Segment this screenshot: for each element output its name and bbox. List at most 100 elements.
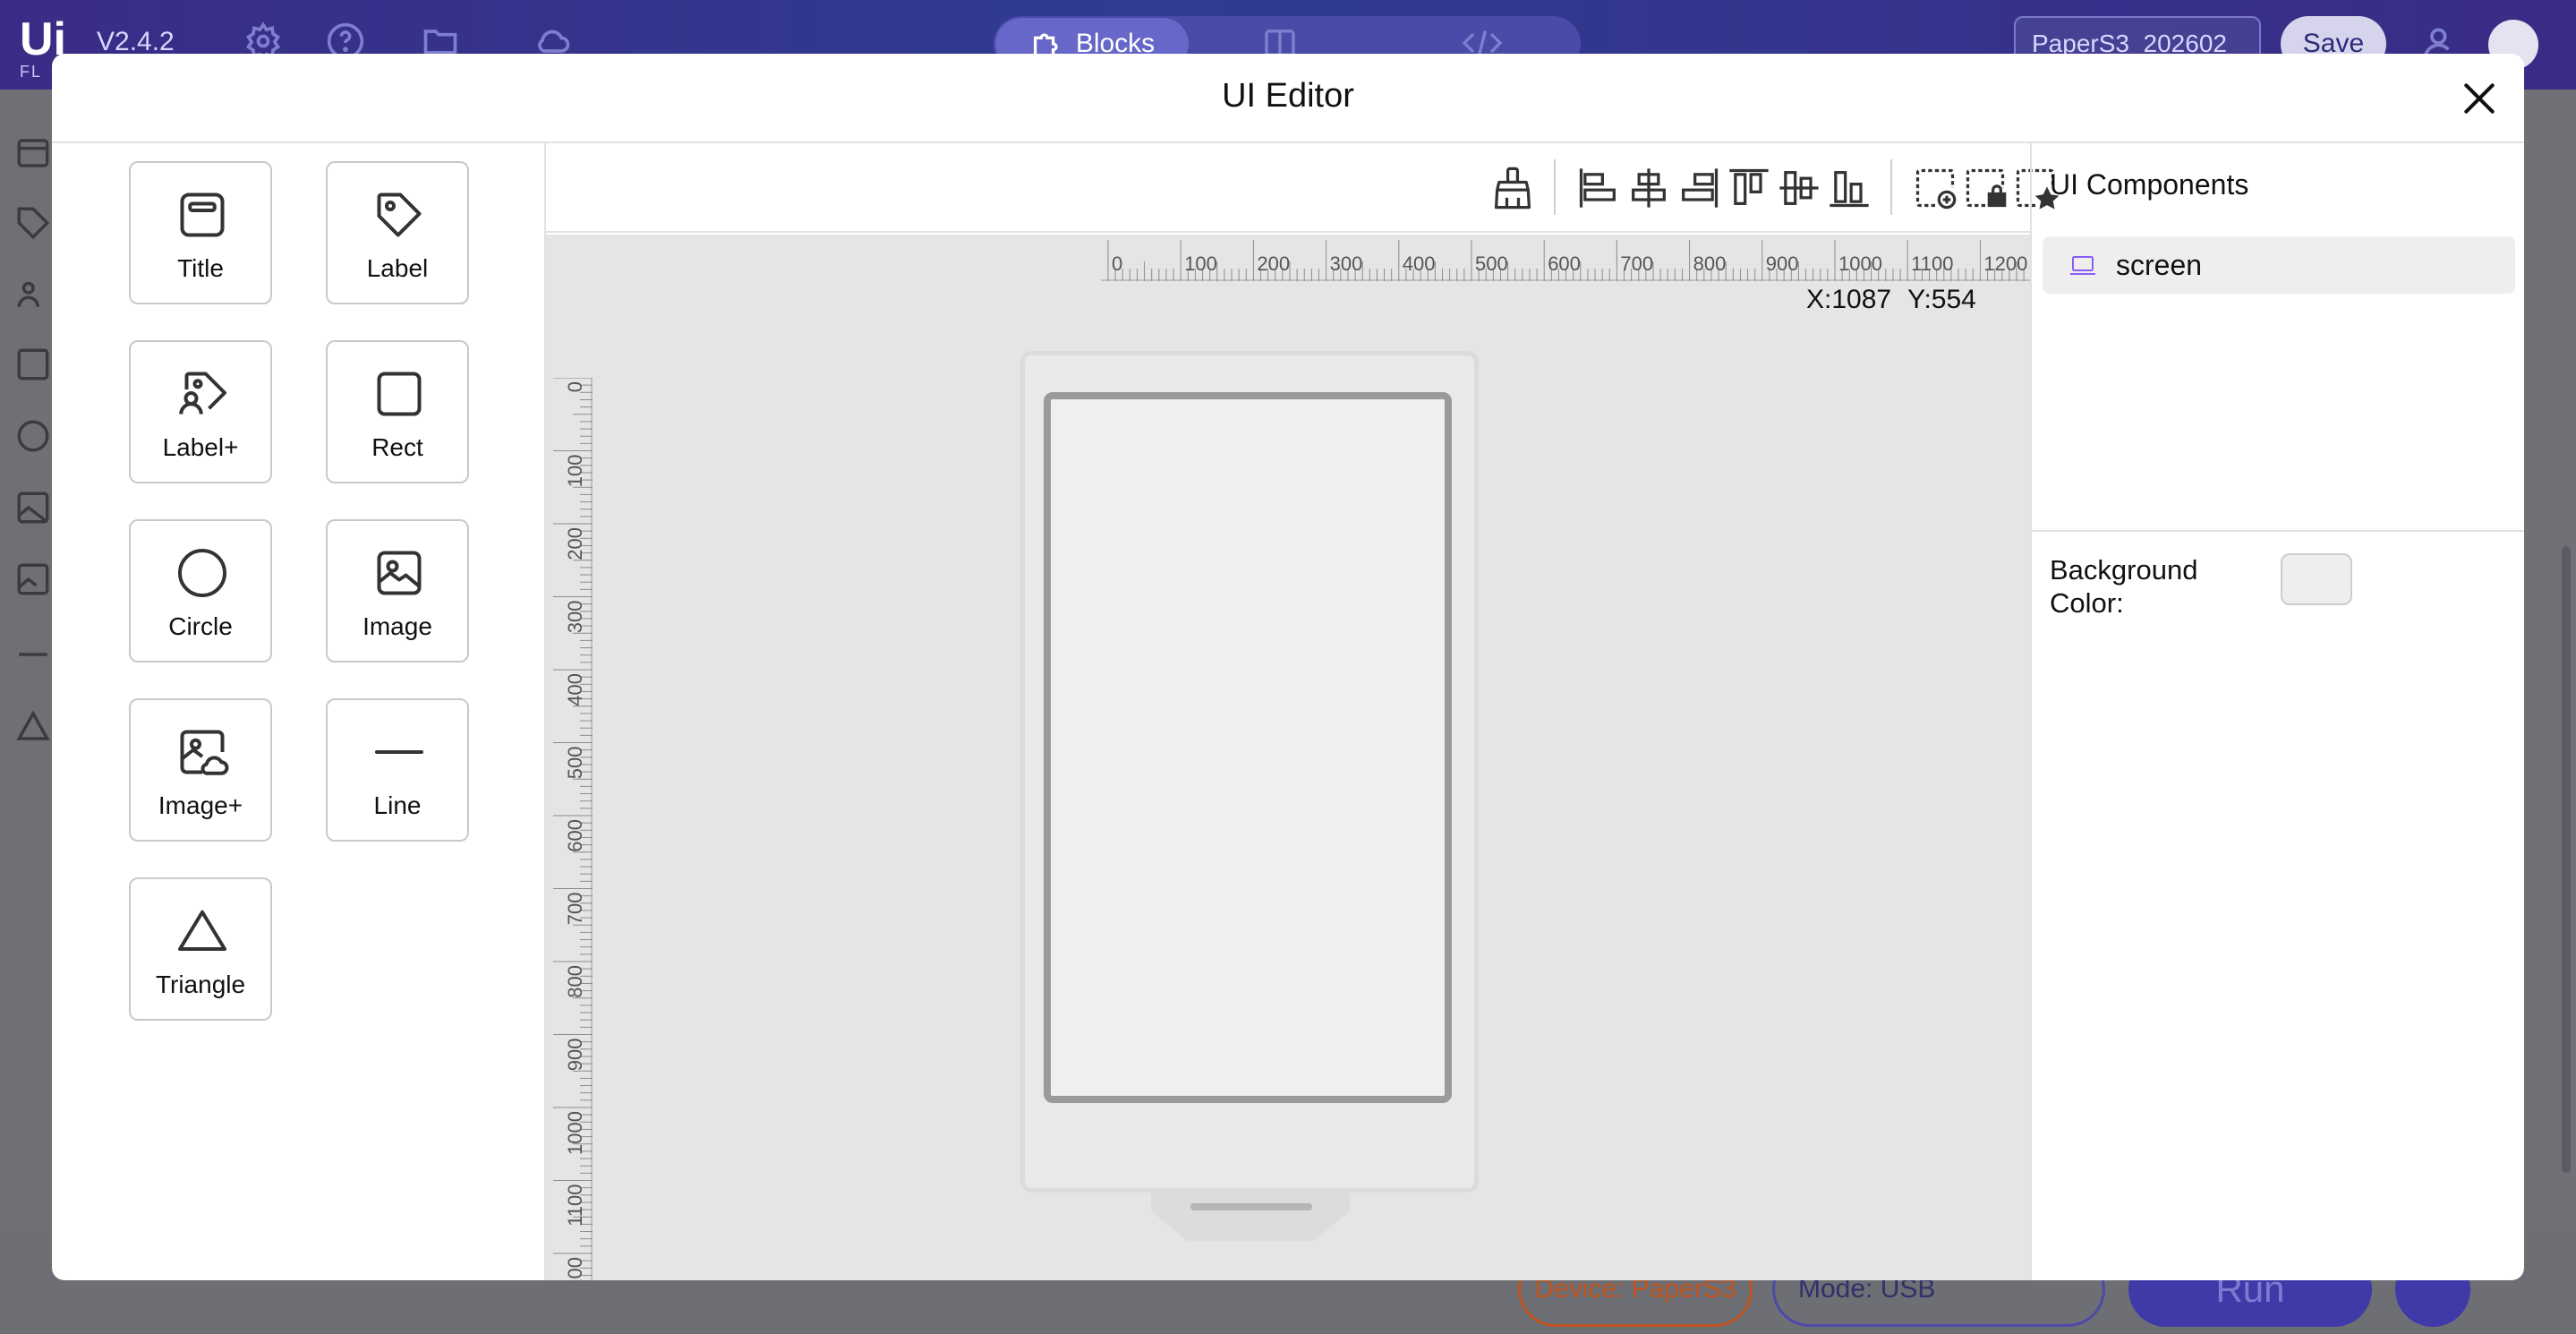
palette-title-label: Title — [177, 254, 224, 282]
ruler-v-label: 100 — [564, 455, 586, 488]
ruler-v-label: 300 — [564, 601, 586, 634]
align-top-icon[interactable] — [1726, 165, 1772, 211]
ruler-v-label: 400 — [564, 673, 586, 706]
palette-line-label: Line — [373, 791, 422, 819]
canvas-area: 0 100 200 300 400 500 600 700 800 900 1000 1100 1200… — [546, 143, 2060, 1280]
palette-label-plus-label: Label+ — [162, 433, 239, 461]
tree-item-label: screen — [2116, 249, 2203, 281]
ruler-v-label: 200 — [564, 527, 586, 560]
palette-rect-label: Rect — [371, 433, 423, 461]
circle-icon — [175, 546, 229, 600]
ruler-v-label: 700 — [564, 893, 586, 926]
ruler-h-label: 100 — [1184, 252, 1217, 275]
sidebar-title-icon[interactable] — [14, 134, 52, 172]
cursor-x: X:1087 — [1806, 285, 1892, 314]
app-version: V2.4.2 — [97, 27, 175, 56]
palette-triangle[interactable]: Triangle — [129, 877, 272, 1021]
add-component-icon[interactable] — [1912, 165, 1958, 211]
ruler-v-label: 800 — [564, 965, 586, 998]
palette-rect[interactable]: Rect — [326, 340, 469, 483]
palette-image[interactable]: Image — [326, 519, 469, 663]
sidebar-image-plus-icon[interactable] — [14, 560, 52, 598]
sidebar-line-icon[interactable] — [14, 636, 52, 673]
tree-item-screen[interactable]: screen — [2043, 236, 2515, 294]
ruler-v-label: 1100 — [564, 1184, 586, 1227]
ruler-h-label: 500 — [1475, 252, 1508, 275]
background-color-picker[interactable] — [2281, 553, 2352, 605]
horizontal-ruler: 0 100 200 300 400 500 600 700 800 900 1000 1100 1200… — [1101, 240, 2030, 281]
cursor-coordinates: X:1087 Y:554 — [1806, 285, 1976, 315]
ruler-h-label: 900 — [1766, 252, 1799, 275]
align-middle-v-icon[interactable] — [1776, 165, 1822, 211]
component-palette: Title Label Label+ Rect Circle Image Ima… — [52, 143, 546, 1280]
palette-label[interactable]: Label — [326, 161, 469, 304]
palette-line[interactable]: Line — [326, 698, 469, 842]
line-icon — [372, 725, 426, 779]
ruler-v-label: 1200 — [564, 1257, 586, 1280]
image-plus-icon — [175, 725, 229, 779]
ruler-h-label: 300 — [1330, 252, 1363, 275]
palette-triangle-label: Triangle — [155, 971, 246, 998]
palette-label-plus[interactable]: Label+ — [129, 340, 272, 483]
palette-image-label: Image — [363, 612, 432, 640]
palette-label-label: Label — [366, 254, 429, 282]
toolbar-divider — [1890, 159, 1892, 215]
close-icon[interactable] — [2460, 79, 2499, 118]
palette-image-plus-label: Image+ — [158, 791, 243, 819]
device-screen[interactable] — [1044, 392, 1452, 1103]
ruler-h-label: 200 — [1257, 252, 1290, 275]
ruler-h-label: 1100 — [1911, 252, 1953, 275]
triangle-icon — [175, 904, 229, 958]
ruler-h-label: 700 — [1620, 252, 1653, 275]
align-left-icon[interactable] — [1575, 165, 1622, 211]
align-bottom-icon[interactable] — [1826, 165, 1872, 211]
palette-circle-label: Circle — [168, 612, 233, 640]
device-stand — [1151, 1191, 1350, 1241]
ruler-v-label: 1000 — [564, 1111, 586, 1155]
design-canvas[interactable]: 0 100 200 300 400 500 600 700 800 900 1000 1100 1200… — [546, 235, 2030, 1280]
device-stand-slot — [1190, 1203, 1312, 1210]
clear-icon[interactable] — [1489, 165, 1536, 211]
ruler-h-label: 400 — [1403, 252, 1436, 275]
dialog-header: UI Editor — [52, 54, 2524, 143]
inspector-panel: UI Components screen Background Color: — [2030, 143, 2524, 1280]
cursor-y: Y:554 — [1907, 285, 1976, 314]
tag-plus-icon — [175, 367, 229, 421]
screen-icon — [2069, 254, 2096, 278]
ruler-h-label: 0 — [1112, 252, 1122, 275]
editor-toolbar — [546, 143, 2060, 233]
sidebar-tag-plus-icon[interactable] — [14, 274, 52, 312]
component-tree-title: UI Components — [2050, 168, 2249, 201]
dialog-title: UI Editor — [1222, 77, 1354, 115]
palette-circle[interactable]: Circle — [129, 519, 272, 663]
page-scrollbar[interactable] — [2562, 546, 2571, 1173]
tag-icon — [372, 188, 426, 242]
ruler-h-label: 1200 — [1983, 252, 2027, 275]
palette-image-plus[interactable]: Image+ — [129, 698, 272, 842]
vertical-ruler: 0 100 200 300 400 500 600 700 800 900 1000 1100 1200 — [553, 378, 593, 1280]
sidebar-image-icon[interactable] — [14, 489, 52, 526]
sidebar-circle-icon[interactable] — [14, 417, 52, 455]
ruler-v-label: 500 — [564, 747, 586, 780]
sidebar-square-icon[interactable] — [14, 346, 52, 383]
ruler-v-label: 900 — [564, 1039, 586, 1072]
ruler-v-label: 0 — [564, 381, 586, 392]
align-center-h-icon[interactable] — [1625, 165, 1672, 211]
component-tree: UI Components screen — [2032, 143, 2524, 532]
sidebar-tag-icon[interactable] — [14, 204, 52, 242]
toolbar-divider — [1554, 159, 1556, 215]
ruler-h-label: 600 — [1548, 252, 1581, 275]
align-right-icon[interactable] — [1676, 165, 1722, 211]
ruler-h-label: 1000 — [1838, 252, 1882, 275]
app-logo-sub: FL — [20, 63, 43, 81]
sidebar-triangle-icon[interactable] — [14, 707, 52, 745]
palette-title[interactable]: Title — [129, 161, 272, 304]
image-icon — [372, 546, 426, 600]
title-icon — [175, 188, 229, 242]
paste-component-icon[interactable] — [1962, 165, 2009, 211]
square-icon — [372, 367, 426, 421]
ruler-h-label: 800 — [1693, 252, 1727, 275]
ui-editor-dialog: UI Editor Title Label Label+ Rect Circle… — [52, 54, 2524, 1280]
ruler-v-label: 600 — [564, 819, 586, 852]
background-color-label: Background Color: — [2050, 554, 2198, 619]
